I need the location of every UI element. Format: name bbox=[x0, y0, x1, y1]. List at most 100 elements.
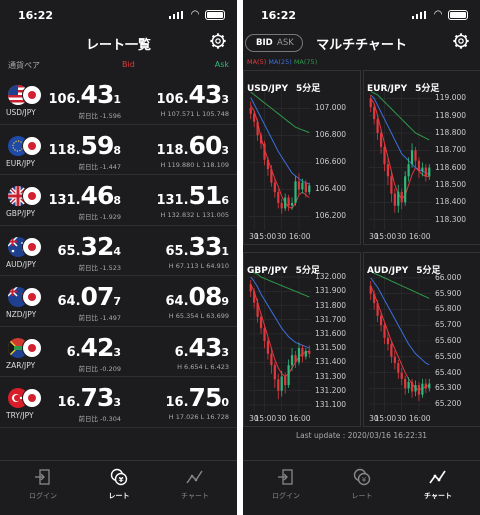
y-tick-label: 118.800 bbox=[435, 128, 467, 138]
login-icon bbox=[278, 469, 293, 485]
candle bbox=[410, 143, 414, 168]
rate-row[interactable]: GBP/JPY 131.468 131.516 前日比 -1.929 H 132.832… bbox=[0, 175, 237, 226]
chart-panel[interactable]: 66.000 65.900 65.800 65.700 65.600 65.500 65.4… bbox=[363, 252, 480, 435]
tab-rate[interactable]: ¥ レート bbox=[337, 467, 387, 501]
bid-price-last-digit: 7 bbox=[113, 295, 121, 308]
y-tick-label: 118.900 bbox=[435, 110, 467, 120]
tab-rate-label: レート bbox=[351, 492, 373, 500]
y-tick-label: 118.500 bbox=[435, 179, 467, 189]
tab-chart[interactable]: チャート bbox=[170, 467, 220, 501]
rate-list: USD/JPY 106.431 106.433 前日比 -1.596 H 107.571… bbox=[0, 74, 237, 454]
candle bbox=[404, 171, 407, 206]
y-tick-label: 65.800 bbox=[435, 304, 462, 314]
rate-row[interactable]: ZAR/JPY 6.423 6.433 前日比 -0.209 H 6.654 L 6.4… bbox=[0, 327, 237, 377]
y-tick-label: 131.300 bbox=[315, 371, 347, 381]
chart-title: EUR/JPY 5分足 bbox=[367, 81, 439, 94]
wifi-icon: ◠ bbox=[434, 9, 442, 20]
rate-row[interactable]: NZD/JPY 64.077 64.089 前日比 -1.497 H 65.354 L … bbox=[0, 276, 237, 327]
candle bbox=[421, 378, 424, 398]
ask-price[interactable]: 65.331 bbox=[166, 232, 229, 261]
gear-icon[interactable] bbox=[452, 32, 470, 50]
day-change: 前日比 -1.929 bbox=[78, 213, 121, 221]
status-bar: 16:22 ◠ bbox=[0, 0, 237, 30]
chart-panel[interactable]: 132.000 131.900 131.800 131.700 131.600 131.5… bbox=[243, 252, 361, 435]
multi-chart-screen: 16:22 ◠ BID ASK マルチチャート MA(5) MA(25) MA(… bbox=[243, 0, 480, 515]
high-low: H 67.113 L 64.910 bbox=[168, 261, 229, 270]
x-tick-label: 16:00 bbox=[288, 414, 311, 423]
candle bbox=[297, 173, 301, 195]
bid-price-prefix: 16. bbox=[57, 395, 81, 410]
ask-price[interactable]: 6.433 bbox=[175, 333, 229, 362]
bid-price-pips: 32 bbox=[80, 231, 115, 261]
uk-flag-icon bbox=[8, 186, 42, 206]
ask-price-prefix: 64. bbox=[165, 294, 189, 309]
y-tick-label: 131.800 bbox=[315, 300, 347, 310]
x-tick-label: 16:00 bbox=[288, 232, 311, 241]
candle bbox=[417, 157, 421, 179]
chart-interval: 5分足 bbox=[415, 84, 440, 94]
bid-price[interactable]: 64.077 bbox=[58, 282, 121, 311]
ask-price[interactable]: 64.089 bbox=[166, 282, 229, 311]
ma-line-MA5 bbox=[370, 98, 430, 200]
tab-login[interactable]: ログイン bbox=[18, 467, 68, 501]
chart-icon bbox=[186, 470, 203, 484]
high-low: H 107.571 L 105.748 bbox=[160, 110, 229, 118]
ask-price-pips: 75 bbox=[188, 383, 223, 412]
candle bbox=[284, 193, 287, 212]
candle bbox=[376, 115, 379, 140]
rate-row[interactable]: EUR/JPY 118.598 118.603 前日比 -1.447 H 119.880… bbox=[0, 125, 237, 175]
tab-login-label: ログイン bbox=[272, 492, 300, 500]
candle bbox=[417, 382, 421, 401]
y-tick-label: 118.600 bbox=[435, 162, 467, 172]
chart-pair: EUR/JPY bbox=[367, 84, 408, 94]
ask-price[interactable]: 16.750 bbox=[166, 383, 229, 412]
y-tick-label: 65.900 bbox=[435, 288, 462, 298]
candle bbox=[414, 380, 417, 397]
pair-name: AUD/JPY bbox=[6, 259, 37, 269]
chart-panel[interactable]: 119.000 118.900 118.800 118.700 118.600 118.5… bbox=[363, 70, 480, 253]
last-update: Last update : 2020/03/16 16:22:31 bbox=[295, 431, 428, 440]
candle bbox=[373, 290, 376, 310]
tab-chart[interactable]: チャート bbox=[413, 467, 463, 501]
y-tick-label: 106.400 bbox=[315, 184, 347, 194]
bid-price-pips: 07 bbox=[80, 282, 115, 311]
rate-row[interactable]: USD/JPY 106.431 106.433 前日比 -1.596 H 107.571… bbox=[0, 74, 237, 125]
status-bar: 16:22 ◠ bbox=[243, 0, 480, 30]
chart-panel[interactable]: 107.000 106.800 106.600 106.400 106.200 30 15:… bbox=[243, 70, 361, 253]
candle bbox=[397, 184, 400, 213]
candle bbox=[256, 119, 259, 141]
tab-rate[interactable]: ¥ レート bbox=[94, 467, 144, 501]
y-tick-label: 119.000 bbox=[435, 93, 467, 103]
gear-icon[interactable] bbox=[209, 32, 227, 50]
tab-bar: ログイン ¥ レート チャート bbox=[0, 460, 237, 515]
ask-price[interactable]: 118.603 bbox=[156, 131, 229, 160]
svg-text:¥: ¥ bbox=[119, 476, 124, 484]
login-icon bbox=[35, 469, 50, 485]
signal-icon bbox=[412, 11, 426, 19]
bid-price[interactable]: 6.423 bbox=[67, 333, 121, 362]
za-flag-icon bbox=[8, 337, 42, 358]
tab-login[interactable]: ログイン bbox=[261, 467, 311, 501]
bid-price-prefix: 64. bbox=[57, 294, 81, 309]
ask-price-prefix: 131. bbox=[156, 193, 189, 208]
bid-price[interactable]: 65.324 bbox=[58, 232, 121, 261]
candle bbox=[414, 146, 417, 168]
candle bbox=[376, 299, 379, 323]
y-tick-label: 131.700 bbox=[315, 314, 347, 324]
rate-row[interactable]: TRY/JPY 16.733 16.750 前日比 -0.304 H 17.026 L … bbox=[0, 377, 237, 428]
rate-row[interactable]: AUD/JPY 65.324 65.331 前日比 -1.523 H 67.113 L … bbox=[0, 226, 237, 276]
candle bbox=[393, 350, 396, 370]
bid-price-pips: 42 bbox=[80, 332, 115, 362]
column-bid: Bid bbox=[122, 60, 135, 69]
ask-price[interactable]: 131.516 bbox=[156, 181, 229, 210]
bid-price-prefix: 106. bbox=[48, 92, 81, 107]
bid-price[interactable]: 118.598 bbox=[48, 131, 121, 160]
candle bbox=[266, 156, 270, 176]
chart-interval: 5分足 bbox=[416, 266, 441, 276]
bid-price[interactable]: 131.468 bbox=[48, 181, 121, 210]
ask-price-pips: 60 bbox=[188, 130, 223, 160]
high-low: H 132.832 L 131.005 bbox=[160, 211, 229, 219]
bid-price[interactable]: 16.733 bbox=[58, 383, 121, 412]
ask-price[interactable]: 106.433 bbox=[156, 80, 229, 109]
bid-price[interactable]: 106.431 bbox=[48, 80, 121, 109]
